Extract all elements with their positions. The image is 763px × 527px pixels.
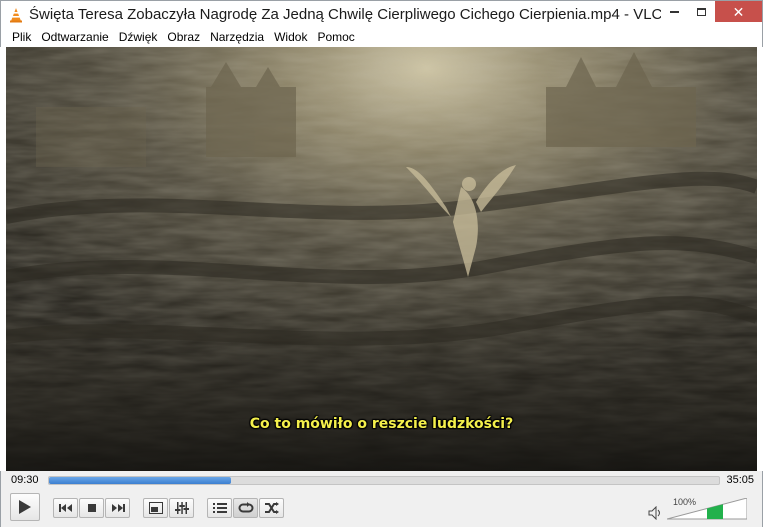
window-controls: ✕ — [661, 1, 762, 22]
menu-bar: Plik Odtwarzanie Dźwięk Obraz Narzędzia … — [0, 28, 763, 47]
loop-icon — [238, 502, 253, 513]
menu-obraz[interactable]: Obraz — [162, 28, 205, 47]
shuffle-icon — [264, 502, 279, 514]
loop-button[interactable] — [233, 498, 258, 518]
window-title: Święta Teresa Zobaczyła Nagrodę Za Jedną… — [29, 6, 661, 23]
menu-widok[interactable]: Widok — [269, 28, 312, 47]
close-icon: ✕ — [732, 3, 745, 20]
stop-button[interactable] — [79, 498, 104, 518]
next-button[interactable] — [105, 498, 130, 518]
seek-progress-fill — [49, 477, 231, 484]
playlist-button[interactable] — [207, 498, 232, 518]
next-icon — [111, 504, 125, 512]
menu-pomoc[interactable]: Pomoc — [312, 28, 359, 47]
menu-narzedzia[interactable]: Narzędzia — [205, 28, 269, 47]
maximize-button[interactable] — [688, 1, 715, 22]
menu-dzwiek[interactable]: Dźwięk — [114, 28, 163, 47]
previous-button[interactable] — [53, 498, 78, 518]
video-frame-artwork — [6, 47, 757, 471]
elapsed-time: 09:30 — [11, 474, 39, 486]
stop-icon — [87, 504, 96, 512]
play-button[interactable] — [10, 493, 40, 521]
vlc-cone-icon — [10, 8, 22, 23]
close-button[interactable]: ✕ — [715, 1, 762, 22]
subtitle-text: Co to mówiło o reszcie ludzkości? — [249, 416, 514, 432]
control-panel: 09:30 35:05 100% — [0, 471, 763, 527]
shuffle-button[interactable] — [259, 498, 284, 518]
volume-triangle — [666, 497, 748, 520]
title-bar: Święta Teresa Zobaczyła Nagrodę Za Jedną… — [0, 0, 763, 28]
volume-slider[interactable] — [666, 497, 748, 520]
play-icon — [19, 500, 31, 514]
menu-odtwarzanie[interactable]: Odtwarzanie — [36, 28, 113, 47]
video-output[interactable]: Co to mówiło o reszcie ludzkości? — [6, 47, 757, 471]
speaker-icon[interactable] — [648, 506, 662, 520]
seek-slider[interactable] — [48, 476, 720, 485]
minimize-button[interactable] — [661, 1, 688, 22]
total-time: 35:05 — [726, 474, 754, 486]
playlist-icon — [212, 503, 227, 513]
previous-icon — [58, 504, 72, 512]
extended-settings-icon — [174, 502, 189, 514]
menu-plik[interactable]: Plik — [7, 28, 36, 47]
maximize-icon — [697, 7, 706, 16]
fullscreen-icon — [148, 502, 163, 514]
fullscreen-button[interactable] — [143, 498, 168, 518]
extended-settings-button[interactable] — [169, 498, 194, 518]
minimize-icon — [670, 10, 679, 13]
